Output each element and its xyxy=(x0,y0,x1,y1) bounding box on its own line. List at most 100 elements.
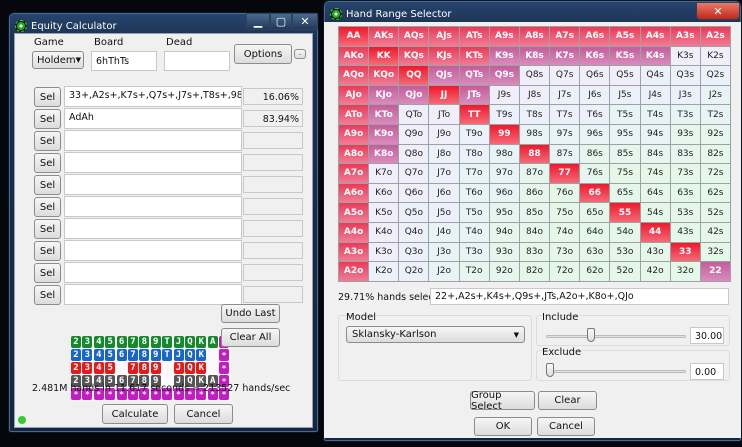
card-hearts[interactable]: J xyxy=(173,362,184,374)
player-range-input[interactable] xyxy=(64,218,242,239)
hand-cell-54o[interactable]: 54o xyxy=(610,222,640,242)
hand-cell-86o[interactable]: 86o xyxy=(519,183,550,203)
hand-cell-32o[interactable]: 32o xyxy=(670,262,700,281)
hand-cell-AKo[interactable]: AKo xyxy=(339,46,369,66)
hand-cell-J2s[interactable]: J2s xyxy=(700,85,730,105)
hand-cell-K4s[interactable]: K4s xyxy=(640,46,670,66)
hand-cell-T8s[interactable]: T8s xyxy=(519,105,550,124)
sel-button[interactable]: Sel xyxy=(34,87,61,107)
hand-cell-92o[interactable]: 92o xyxy=(489,262,519,281)
hand-cell-K8o[interactable]: K8o xyxy=(369,144,399,164)
hand-cell-55[interactable]: 55 xyxy=(610,203,640,222)
card-clubs[interactable]: T xyxy=(162,336,173,348)
card-clubs[interactable]: 9 xyxy=(150,336,161,348)
card-hearts[interactable]: 9 xyxy=(150,362,161,374)
hand-cell-52o[interactable]: 52o xyxy=(610,262,640,281)
hand-cell-AQo[interactable]: AQo xyxy=(339,66,369,85)
hand-cell-K2s[interactable]: K2s xyxy=(700,46,730,66)
hand-cell-K3o[interactable]: K3o xyxy=(369,242,399,262)
small-options-button[interactable]: .. xyxy=(294,49,306,59)
hand-cell-T3o[interactable]: T3o xyxy=(459,242,489,262)
hand-cell-JTo[interactable]: JTo xyxy=(429,105,459,124)
hand-cell-85s[interactable]: 85s xyxy=(610,144,640,164)
hand-cell-ATs[interactable]: ATs xyxy=(459,27,489,46)
hand-cell-33[interactable]: 33 xyxy=(670,242,700,262)
sel-button[interactable]: Sel xyxy=(34,175,61,195)
hand-cell-J9o[interactable]: J9o xyxy=(429,124,459,144)
hand-cell-J4o[interactable]: J4o xyxy=(429,222,459,242)
hand-cell-J8o[interactable]: J8o xyxy=(429,144,459,164)
hand-cell-85o[interactable]: 85o xyxy=(519,203,550,222)
hand-cell-93s[interactable]: 93s xyxy=(670,124,700,144)
hand-cell-AJo[interactable]: AJo xyxy=(339,85,369,105)
hand-cell-T6s[interactable]: T6s xyxy=(580,105,610,124)
hand-cell-J6s[interactable]: J6s xyxy=(580,85,610,105)
hand-cell-92s[interactable]: 92s xyxy=(700,124,730,144)
hand-cell-K7s[interactable]: K7s xyxy=(550,46,580,66)
hand-cell-43o[interactable]: 43o xyxy=(640,242,670,262)
sel-button[interactable]: Sel xyxy=(34,109,61,129)
hand-cell-A7s[interactable]: A7s xyxy=(550,27,580,46)
include-value-input[interactable]: 30.00 xyxy=(690,327,724,344)
hand-cell-84s[interactable]: 84s xyxy=(640,144,670,164)
hand-cell-83s[interactable]: 83s xyxy=(670,144,700,164)
hand-cell-J5s[interactable]: J5s xyxy=(610,85,640,105)
hand-cell-Q2o[interactable]: Q2o xyxy=(399,262,429,281)
hand-cell-62o[interactable]: 62o xyxy=(580,262,610,281)
hand-cell-98s[interactable]: 98s xyxy=(519,124,550,144)
hand-cell-T4s[interactable]: T4s xyxy=(640,105,670,124)
hand-cell-K9s[interactable]: K9s xyxy=(489,46,519,66)
hand-cell-Q9o[interactable]: Q9o xyxy=(399,124,429,144)
player-range-input[interactable] xyxy=(64,196,242,217)
hand-cell-43s[interactable]: 43s xyxy=(670,222,700,242)
hand-cell-32s[interactable]: 32s xyxy=(700,242,730,262)
hand-cell-A2o[interactable]: A2o xyxy=(339,262,369,281)
hand-cell-Q3o[interactable]: Q3o xyxy=(399,242,429,262)
hand-cell-K3s[interactable]: K3s xyxy=(670,46,700,66)
player-range-input[interactable] xyxy=(64,152,242,173)
card-diamonds[interactable]: K xyxy=(196,349,207,361)
hand-cell-A4s[interactable]: A4s xyxy=(640,27,670,46)
include-slider-track[interactable] xyxy=(546,335,686,338)
hand-cell-A8s[interactable]: A8s xyxy=(519,27,550,46)
hand-cell-Q9s[interactable]: Q9s xyxy=(489,66,519,85)
hand-cell-87o[interactable]: 87o xyxy=(519,164,550,183)
hand-cell-65o[interactable]: 65o xyxy=(580,203,610,222)
hand-cell-AQs[interactable]: AQs xyxy=(399,27,429,46)
hand-cell-K5o[interactable]: K5o xyxy=(369,203,399,222)
hand-cell-87s[interactable]: 87s xyxy=(550,144,580,164)
hand-cell-Q5s[interactable]: Q5s xyxy=(610,66,640,85)
hand-cell-97o[interactable]: 97o xyxy=(489,164,519,183)
hand-cell-86s[interactable]: 86s xyxy=(580,144,610,164)
hand-cell-T7s[interactable]: T7s xyxy=(550,105,580,124)
hand-cell-T6o[interactable]: T6o xyxy=(459,183,489,203)
hand-cell-96s[interactable]: 96s xyxy=(580,124,610,144)
hand-cell-KTs[interactable]: KTs xyxy=(459,46,489,66)
hand-cell-A6o[interactable]: A6o xyxy=(339,183,369,203)
card-hearts[interactable]: 4 xyxy=(93,362,104,374)
card-clubs[interactable]: A xyxy=(207,336,218,348)
hand-cell-84o[interactable]: 84o xyxy=(519,222,550,242)
hand-cell-JJ[interactable]: JJ xyxy=(429,85,459,105)
hand-cell-93o[interactable]: 93o xyxy=(489,242,519,262)
card-clubs[interactable]: K xyxy=(196,336,207,348)
card-hearts[interactable]: Q xyxy=(184,362,195,374)
sel-button[interactable]: Sel xyxy=(34,153,61,173)
hand-cell-K2o[interactable]: K2o xyxy=(369,262,399,281)
hand-cell-KJs[interactable]: KJs xyxy=(429,46,459,66)
card-hearts[interactable]: K xyxy=(196,362,207,374)
hand-cell-KJo[interactable]: KJo xyxy=(369,85,399,105)
hand-cell-A3o[interactable]: A3o xyxy=(339,242,369,262)
hand-cell-QQ[interactable]: QQ xyxy=(399,66,429,85)
player-range-input[interactable]: AdAh xyxy=(64,108,242,129)
hand-cell-Q8s[interactable]: Q8s xyxy=(519,66,550,85)
card-clubs[interactable]: 5 xyxy=(105,336,116,348)
hand-cell-T2o[interactable]: T2o xyxy=(459,262,489,281)
card-clubs[interactable]: 6 xyxy=(116,336,127,348)
hand-cell-T4o[interactable]: T4o xyxy=(459,222,489,242)
hand-cell-J3o[interactable]: J3o xyxy=(429,242,459,262)
card-diamonds[interactable]: J xyxy=(173,349,184,361)
hand-cell-T5o[interactable]: T5o xyxy=(459,203,489,222)
hand-cell-KK[interactable]: KK xyxy=(369,46,399,66)
hand-cell-J6o[interactable]: J6o xyxy=(429,183,459,203)
